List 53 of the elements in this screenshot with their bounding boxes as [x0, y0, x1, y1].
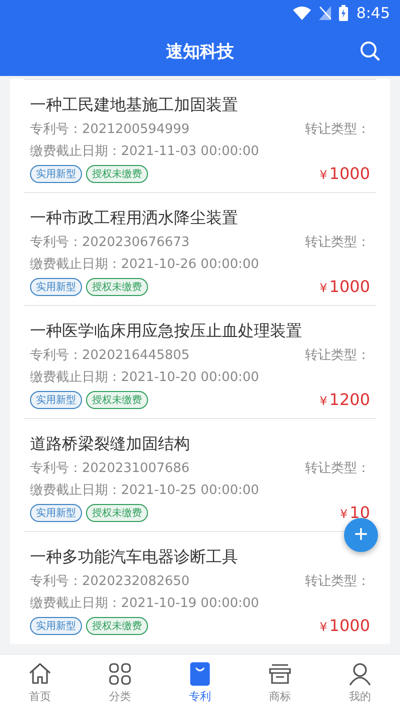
patent-title: 一种市政工程用洒水降尘装置 [30, 208, 239, 229]
nav-tab[interactable]: 我的 [320, 655, 400, 711]
payment-deadline: 缴费截止日期：2021-10-26 00:00:00 [30, 256, 260, 273]
transfer-type-label: 转让类型： [305, 460, 370, 477]
price: ¥1000 [320, 277, 370, 296]
grid-icon [108, 662, 132, 686]
patent-number: 专利号：2021200594999 [30, 121, 190, 138]
patent-tag: 授权未缴费 [86, 278, 148, 296]
battery-icon [339, 5, 348, 21]
home-icon [28, 662, 52, 686]
payment-deadline: 缴费截止日期：2021-10-20 00:00:00 [30, 369, 260, 386]
price: ¥1200 [320, 390, 370, 409]
transfer-type-label: 转让类型： [305, 347, 370, 364]
nav-tab[interactable]: 专利 [160, 655, 240, 711]
patent-tag: 授权未缴费 [86, 390, 148, 408]
patent-title: 一种医学临床用应急按压止血处理装置 [30, 321, 303, 342]
nav-tab[interactable]: 分类 [80, 655, 160, 711]
transfer-type-label: 转让类型： [305, 234, 370, 251]
patent-title: 一种多功能汽车电器诊断工具 [30, 547, 239, 568]
transfer-type-label: 转让类型： [305, 573, 370, 590]
patent-tag: 授权未缴费 [86, 616, 148, 634]
patent-tag: 授权未缴费 [86, 504, 148, 522]
patent-tag: 实用新型 [30, 278, 82, 296]
nav-tab[interactable]: 首页 [0, 655, 80, 711]
price: ¥1000 [320, 164, 370, 183]
patent-tag: 授权未缴费 [86, 164, 148, 182]
transfer-type-label: 转让类型： [305, 121, 370, 138]
patent-item[interactable]: 一种市政工程用洒水降尘装置 专利号：2020230676673 转让类型： 缴费截止日期：2021-10-26 00:00:00 实用新型 授权未缴费 ¥1000 [24, 192, 376, 305]
status-time: 8:45 [356, 4, 390, 22]
patent-tag: 实用新型 [30, 390, 82, 408]
nav-tab[interactable]: 商标 [240, 655, 320, 711]
person-icon [348, 662, 372, 686]
patent-number: 专利号：2020232082650 [30, 573, 190, 590]
payment-deadline: 缴费截止日期：2021-10-25 00:00:00 [30, 482, 260, 499]
patent-title: 一种工民建地基施工加固装置 [30, 95, 239, 116]
payment-deadline: 缴费截止日期：2021-10-19 00:00:00 [30, 595, 260, 612]
search-icon[interactable] [360, 41, 380, 61]
patent-item[interactable]: 一种医学临床用应急按压止血处理装置 专利号：2020216445805 转让类型： 缴费截止日期：2021-10-20 00:00:00 实用新型 授权未缴费 ¥1200 [24, 305, 376, 418]
patent-item[interactable]: 一种工民建地基施工加固装置 专利号：2021200594999 转让类型： 缴费截止日期：2021-11-03 00:00:00 实用新型 授权未缴费 ¥1000 [24, 79, 376, 192]
payment-deadline: 缴费截止日期：2021-11-03 00:00:00 [30, 143, 260, 160]
bag-icon [188, 662, 212, 686]
wifi-icon [293, 6, 312, 20]
patent-title: 道路桥梁裂缝加固结构 [30, 434, 191, 455]
patent-number: 专利号：2020231007686 [30, 460, 190, 477]
patent-number: 专利号：2020216445805 [30, 347, 190, 364]
patent-tag: 实用新型 [30, 616, 82, 634]
patent-tag: 实用新型 [30, 504, 82, 522]
no-signal-icon [319, 6, 332, 20]
app-title: 速知科技 [166, 40, 234, 62]
price: ¥1000 [320, 616, 370, 635]
store-icon [268, 662, 292, 686]
patent-tag: 实用新型 [30, 164, 82, 182]
patent-number: 专利号：2020230676673 [30, 234, 190, 251]
